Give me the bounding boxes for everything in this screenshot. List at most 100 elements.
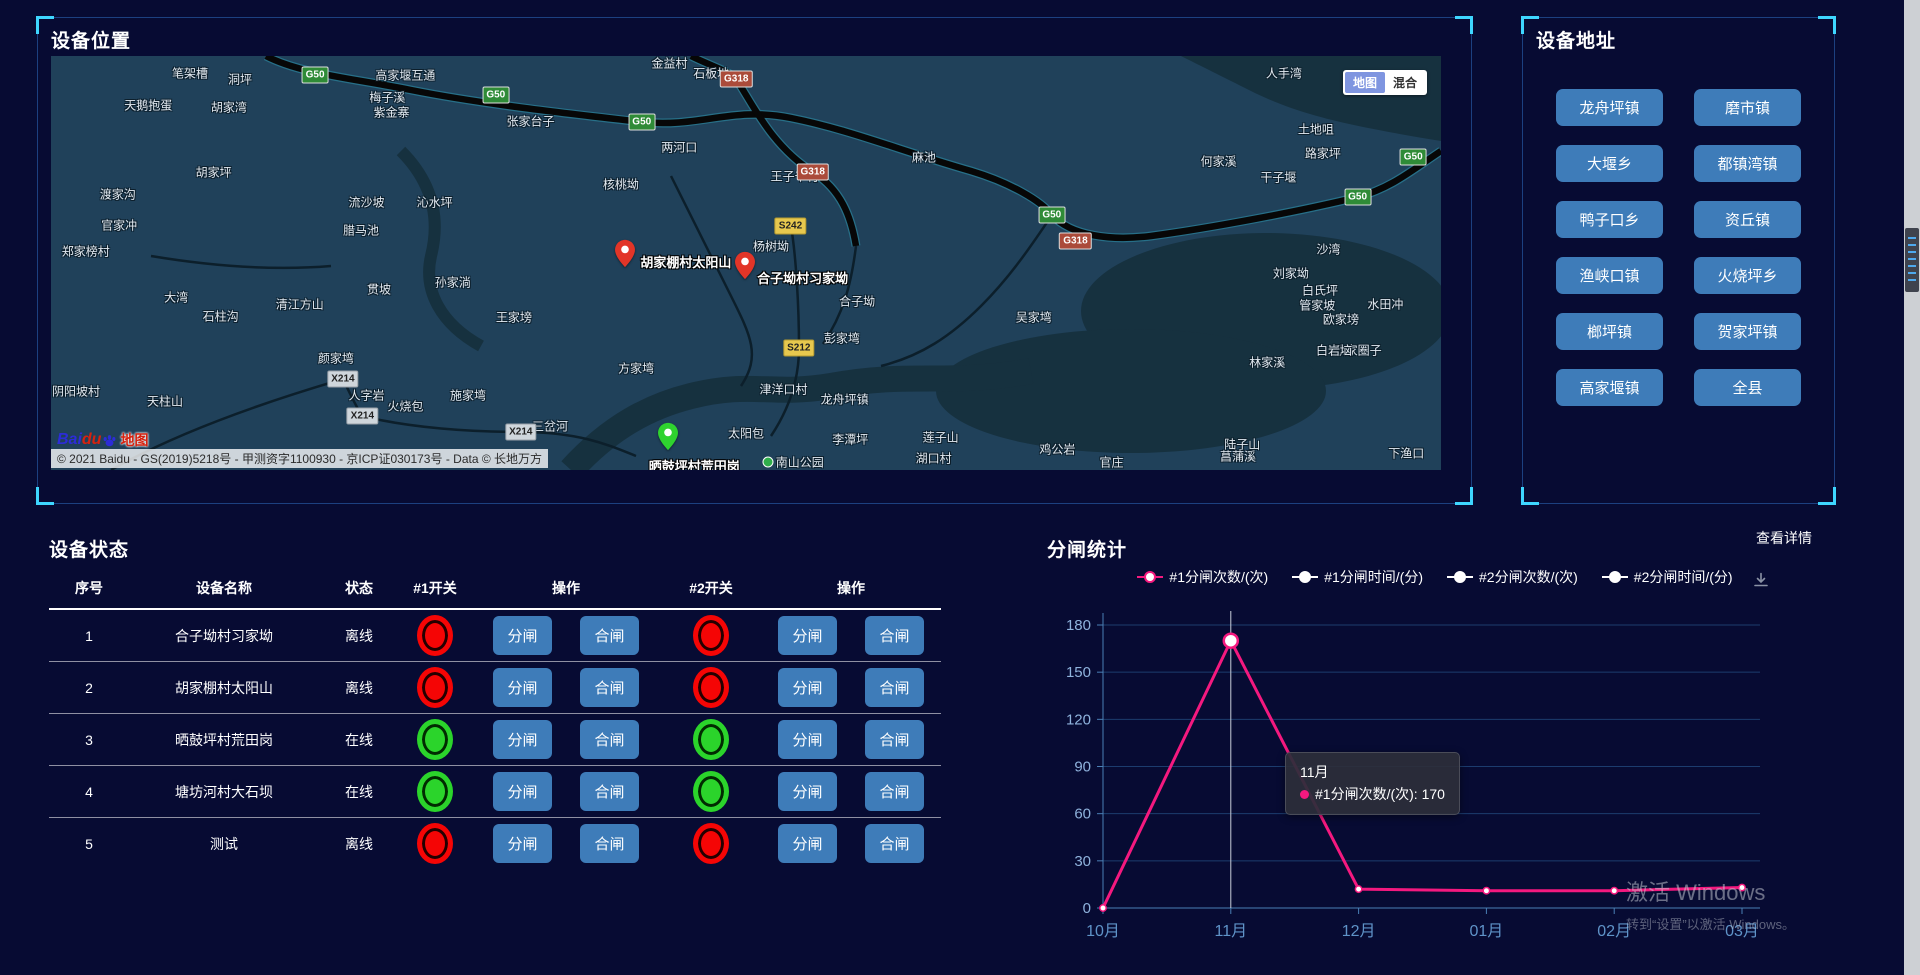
device-status-text: 在线 — [319, 730, 399, 750]
legend-item[interactable]: #1分闸次数/(次) — [1137, 567, 1268, 587]
close-switch-button[interactable]: 合闸 — [865, 824, 924, 863]
map-type-option[interactable]: 地图 — [1345, 72, 1385, 93]
switch1-cell — [399, 719, 471, 760]
legend-line-icon — [1602, 576, 1628, 578]
column-header: 状态 — [319, 578, 399, 598]
open-switch-button[interactable]: 分闸 — [778, 772, 837, 811]
map-type-option[interactable]: 混合 — [1385, 72, 1425, 93]
corner-decoration — [36, 487, 54, 505]
road-badge: G50 — [302, 66, 329, 83]
open-switch-button[interactable]: 分闸 — [493, 720, 552, 759]
legend-item[interactable]: #2分闸时间/(分) — [1602, 567, 1733, 587]
download-icon[interactable] — [1752, 571, 1770, 589]
map-place-label: 路家坪 — [1305, 144, 1341, 161]
address-button[interactable]: 鸭子口乡 — [1556, 201, 1663, 238]
address-button[interactable]: 都镇湾镇 — [1694, 145, 1801, 182]
map-place-label: 吴家塆 — [1016, 308, 1052, 325]
map-place-label: 土地咀 — [1298, 120, 1334, 137]
map-place-label: 天柱山 — [147, 393, 183, 410]
close-switch-button[interactable]: 合闸 — [865, 772, 924, 811]
map-place-label: 洞坪 — [228, 70, 252, 87]
close-switch-button[interactable]: 合闸 — [580, 772, 639, 811]
open-switch-button[interactable]: 分闸 — [493, 668, 552, 707]
svg-text:180: 180 — [1066, 617, 1091, 634]
corner-decoration — [36, 16, 54, 34]
close-switch-button[interactable]: 合闸 — [580, 668, 639, 707]
open-switch-button[interactable]: 分闸 — [778, 616, 837, 655]
operation-cell: 分闸合闸 — [761, 668, 941, 707]
map-place-label: 施家塆 — [450, 387, 486, 404]
open-switch-button[interactable]: 分闸 — [493, 772, 552, 811]
device-status-section: 设备状态 序号设备名称状态#1开关操作#2开关操作 1合子坳村习家坳离线分闸合闸… — [49, 535, 941, 869]
address-button[interactable]: 全县 — [1694, 369, 1801, 406]
operation-cell: 分闸合闸 — [761, 720, 941, 759]
legend-item[interactable]: #1分闸时间/(分) — [1292, 567, 1423, 587]
section-title-device-status: 设备状态 — [49, 535, 941, 562]
map-place-label: 欧家塝 — [1323, 311, 1359, 328]
address-button[interactable]: 高家堰镇 — [1556, 369, 1663, 406]
chart-tooltip: 11月 #1分闸次数/(次): 170 — [1285, 752, 1460, 815]
map-place-label: 笔架槽 — [172, 64, 208, 81]
map-place-label: 下渔口 — [1388, 445, 1424, 462]
open-switch-button[interactable]: 分闸 — [778, 668, 837, 707]
map-pin-icon[interactable] — [657, 422, 679, 451]
statistics-section: 分闸统计 查看详情 #1分闸次数/(次)#1分闸时间/(分)#2分闸次数/(次)… — [1040, 527, 1830, 975]
map-place-label: 湖口村 — [916, 449, 952, 466]
map-place-label: 腊马池 — [343, 221, 379, 238]
open-switch-button[interactable]: 分闸 — [493, 824, 552, 863]
baidu-logo-map-word: 地图 — [120, 430, 148, 450]
close-switch-button[interactable]: 合闸 — [580, 824, 639, 863]
address-button[interactable]: 大堰乡 — [1556, 145, 1663, 182]
baidu-logo[interactable]: Baidu 地图 — [57, 430, 148, 450]
map-pin-icon[interactable] — [614, 239, 636, 268]
map-place-label: 胡家湾 — [211, 99, 247, 116]
scrollbar-track[interactable] — [1904, 0, 1920, 975]
map-place-label: 龙舟坪镇 — [821, 390, 869, 407]
map-place-label: 金益村 — [652, 56, 688, 72]
close-switch-button[interactable]: 合闸 — [865, 616, 924, 655]
legend-item[interactable]: #2分闸次数/(次) — [1447, 567, 1578, 587]
switch2-cell — [661, 667, 761, 708]
switch2-cell — [661, 719, 761, 760]
open-switch-button[interactable]: 分闸 — [778, 720, 837, 759]
svg-text:02月: 02月 — [1597, 923, 1631, 940]
map-place-label: 麻池 — [912, 149, 936, 166]
address-button[interactable]: 龙舟坪镇 — [1556, 89, 1663, 126]
table-row: 1合子坳村习家坳离线分闸合闸分闸合闸 — [49, 610, 941, 662]
column-header: 操作 — [471, 578, 661, 598]
legend-dot-icon — [1609, 571, 1621, 583]
baidu-map[interactable]: 笔架槽洞坪高家堰互通金益村石板地人手湾天鹅抱蛋胡家湾梅子溪紫金寨张家台子两河口麻… — [51, 56, 1441, 470]
close-switch-button[interactable]: 合闸 — [865, 668, 924, 707]
scrollbar-thumb[interactable] — [1905, 228, 1919, 292]
map-place-label: 郑家榜村 — [62, 242, 110, 259]
address-button[interactable]: 贺家坪镇 — [1694, 313, 1801, 350]
operation-cell: 分闸合闸 — [761, 824, 941, 863]
map-place-label: 火烧包 — [387, 398, 423, 415]
open-switch-button[interactable]: 分闸 — [778, 824, 837, 863]
close-switch-button[interactable]: 合闸 — [580, 616, 639, 655]
tooltip-series-dot — [1300, 790, 1309, 799]
address-button[interactable]: 资丘镇 — [1694, 201, 1801, 238]
device-name: 晒鼓坪村荒田岗 — [129, 730, 319, 750]
corner-decoration — [1521, 16, 1539, 34]
view-details-link[interactable]: 查看详情 — [1756, 528, 1812, 548]
switch1-cell — [399, 823, 471, 864]
open-switch-button[interactable]: 分闸 — [493, 616, 552, 655]
close-switch-button[interactable]: 合闸 — [580, 720, 639, 759]
address-button[interactable]: 渔峡口镇 — [1556, 257, 1663, 294]
device-status-text: 离线 — [319, 626, 399, 646]
row-index: 2 — [49, 680, 129, 696]
device-name: 塘坊河村大石坝 — [129, 782, 319, 802]
address-button[interactable]: 火烧坪乡 — [1694, 257, 1801, 294]
map-pin-icon[interactable] — [734, 251, 756, 280]
operation-cell: 分闸合闸 — [471, 824, 661, 863]
device-location-panel: 设备位置 笔架槽洞坪高家堰互通金 — [37, 17, 1472, 504]
map-place-label: 天鹅抱蛋 — [124, 96, 172, 113]
address-button-grid: 龙舟坪镇磨市镇大堰乡都镇湾镇鸭子口乡资丘镇渔峡口镇火烧坪乡榔坪镇贺家坪镇高家堰镇… — [1556, 89, 1802, 406]
address-button[interactable]: 榔坪镇 — [1556, 313, 1663, 350]
tooltip-series-text: #1分闸次数/(次): 170 — [1315, 786, 1445, 802]
close-switch-button[interactable]: 合闸 — [865, 720, 924, 759]
map-type-control[interactable]: 地图混合 — [1343, 70, 1427, 95]
row-index: 3 — [49, 732, 129, 748]
address-button[interactable]: 磨市镇 — [1694, 89, 1801, 126]
